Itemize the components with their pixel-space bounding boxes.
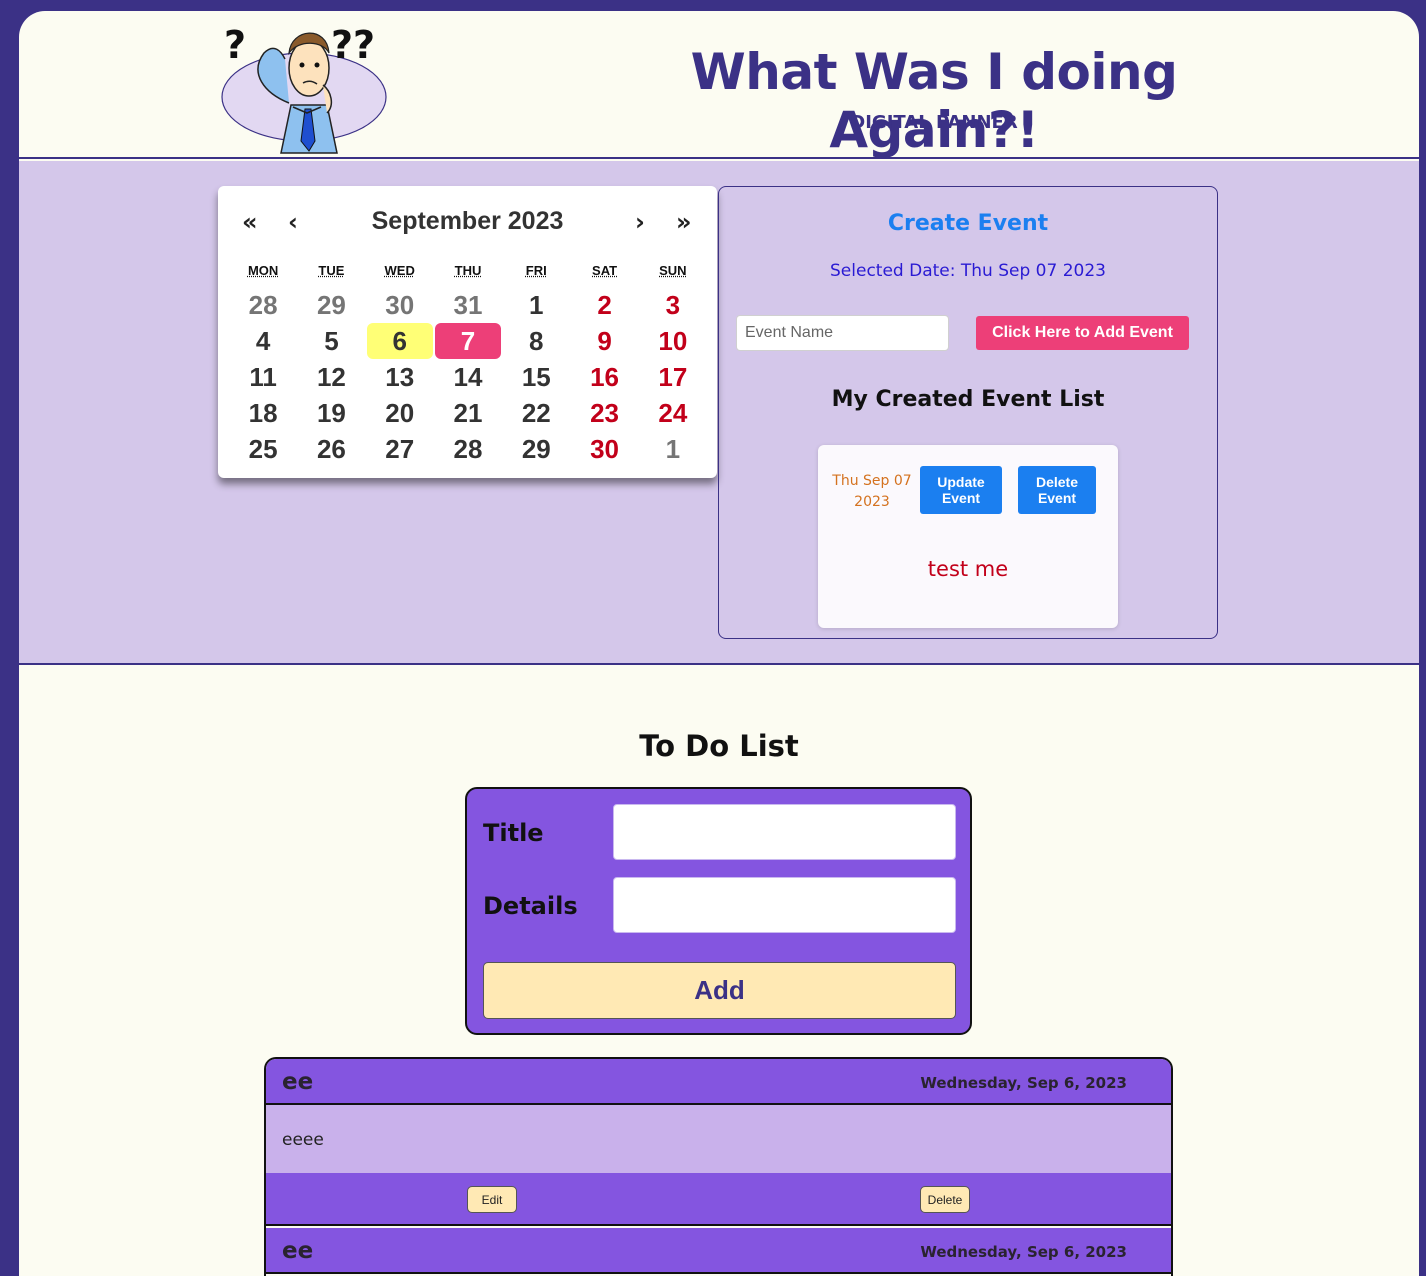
weekday-label: FRI (525, 263, 547, 278)
event-card-date-line: Thu Sep 07 (832, 473, 912, 489)
calendar-day[interactable]: 20 (367, 395, 433, 431)
calendar-day[interactable]: 30 (571, 431, 637, 467)
add-todo-button[interactable]: Add (483, 962, 956, 1019)
delete-todo-button[interactable]: Delete (920, 1186, 970, 1213)
calendar-day[interactable]: 14 (435, 359, 501, 395)
next-year-button[interactable]: » (676, 208, 692, 236)
calendar-day[interactable]: 24 (640, 395, 706, 431)
logo-question-marks-right: ?? (331, 23, 375, 67)
calendar-day[interactable]: 11 (230, 359, 296, 395)
delete-event-label: Event (1037, 490, 1077, 506)
calendar-day-selected[interactable]: 7 (434, 323, 502, 359)
create-event-heading: Create Event (887, 211, 1049, 236)
calendar-day[interactable]: 16 (571, 359, 637, 395)
weekday-label: WED (384, 263, 415, 278)
event-card-date: Thu Sep 07 2023 (828, 471, 916, 513)
calendar-day[interactable]: 26 (298, 431, 364, 467)
calendar-day[interactable]: 17 (640, 359, 706, 395)
todo-item-title: ee (282, 1069, 314, 1095)
calendar-day[interactable]: 12 (298, 359, 364, 395)
calendar-day[interactable]: 30 (367, 287, 433, 323)
calendar-day[interactable]: 27 (367, 431, 433, 467)
title-input[interactable] (613, 804, 956, 860)
update-event-label: Event (941, 490, 981, 506)
todo-item-date: Wednesday, Sep 6, 2023 (920, 1243, 1127, 1261)
prev-year-button[interactable]: « (242, 208, 258, 236)
event-list-heading: My Created Event List (831, 387, 1105, 412)
todo-item-title: ee (282, 1238, 314, 1264)
todo-item-header: ee Wednesday, Sep 6, 2023 (266, 1228, 1171, 1274)
calendar-day-grid: 28 29 30 31 1 2 3 4 5 6 7 8 9 10 11 12 1… (229, 287, 707, 467)
details-input[interactable] (613, 877, 956, 933)
todo-item-actions: Edit Delete (266, 1173, 1171, 1226)
calendar-day[interactable]: 19 (298, 395, 364, 431)
event-card-date-line: 2023 (854, 494, 890, 510)
calendar-day[interactable]: 15 (503, 359, 569, 395)
calendar-day[interactable]: 28 (230, 287, 296, 323)
weekday-label: THU (454, 263, 482, 278)
calendar-widget: « ‹ September 2023 › » MON TUE WED THU F… (218, 186, 717, 478)
edit-todo-button[interactable]: Edit (467, 1186, 517, 1213)
calendar-day[interactable]: 31 (435, 287, 501, 323)
site-header: ? ?? What Was I doing Again?! DIGITAL PA… (19, 11, 1419, 159)
todo-item-date: Wednesday, Sep 6, 2023 (920, 1074, 1127, 1092)
calendar-day[interactable]: 5 (298, 323, 364, 359)
calendar-day[interactable]: 1 (640, 431, 706, 467)
calendar-day[interactable]: 13 (367, 359, 433, 395)
calendar-day[interactable]: 18 (230, 395, 296, 431)
calendar-day[interactable]: 28 (435, 431, 501, 467)
weekday-label: MON (247, 263, 279, 278)
calendar-day[interactable]: 23 (571, 395, 637, 431)
calendar-day[interactable]: 1 (503, 287, 569, 323)
add-event-button[interactable]: Click Here to Add Event (976, 316, 1189, 350)
calendar-day[interactable]: 21 (435, 395, 501, 431)
calendar-day[interactable]: 8 (503, 323, 569, 359)
calendar-day[interactable]: 29 (503, 431, 569, 467)
selected-date-text: Selected Date: Thu Sep 07 2023 (830, 261, 1106, 281)
prev-month-button[interactable]: ‹ (288, 208, 298, 236)
calendar-month-label[interactable]: September 2023 (372, 207, 564, 235)
weekday-header: MON TUE WED THU FRI SAT SUN (229, 263, 707, 278)
update-event-label: Update (937, 474, 985, 490)
calendar-day[interactable]: 29 (298, 287, 364, 323)
weekday-label: SAT (592, 263, 618, 278)
event-name-input[interactable] (736, 315, 949, 351)
details-label: Details (483, 892, 578, 920)
todo-item-details: eeee (266, 1105, 1171, 1173)
site-title: What Was I doing Again?! (690, 43, 1178, 159)
site-subtitle: DIGITAL PANNER (850, 112, 1018, 133)
delete-event-label: Delete (1035, 474, 1079, 490)
next-month-button[interactable]: › (635, 208, 645, 236)
calendar-day[interactable]: 22 (503, 395, 569, 431)
calendar-day[interactable]: 3 (640, 287, 706, 323)
todo-form: Title Details Add (465, 787, 972, 1035)
update-event-button[interactable]: Update Event (920, 466, 1002, 514)
calendar-day-today[interactable]: 6 (366, 323, 433, 359)
calendar-day[interactable]: 9 (571, 323, 637, 359)
logo-question-marks: ? (224, 23, 246, 67)
todo-item-header: ee Wednesday, Sep 6, 2023 (266, 1059, 1171, 1105)
weekday-label: SUN (659, 263, 687, 278)
calendar-day[interactable]: 25 (230, 431, 296, 467)
todo-item-details-text: eeee (282, 1130, 324, 1150)
weekday-label: TUE (318, 263, 345, 278)
event-panel: Create Event Selected Date: Thu Sep 07 2… (718, 186, 1218, 639)
event-card-name: test me (927, 557, 1009, 581)
planner-section: « ‹ September 2023 › » MON TUE WED THU F… (19, 161, 1419, 665)
calendar-day[interactable]: 2 (571, 287, 637, 323)
delete-event-button[interactable]: Delete Event (1018, 466, 1096, 514)
event-card: Thu Sep 07 2023 Update Event Delete Even… (818, 445, 1118, 628)
app-page: ? ?? What Was I doing Again?! DIGITAL PA… (19, 11, 1419, 1276)
todo-list: ee Wednesday, Sep 6, 2023 eeee Edit Dele… (264, 1057, 1173, 1276)
calendar-day[interactable]: 4 (230, 323, 296, 359)
title-label: Title (483, 819, 544, 847)
calendar-day[interactable]: 10 (640, 323, 706, 359)
confused-man-logo-icon: ? ?? (221, 23, 387, 154)
todo-heading: To Do List (639, 729, 799, 763)
